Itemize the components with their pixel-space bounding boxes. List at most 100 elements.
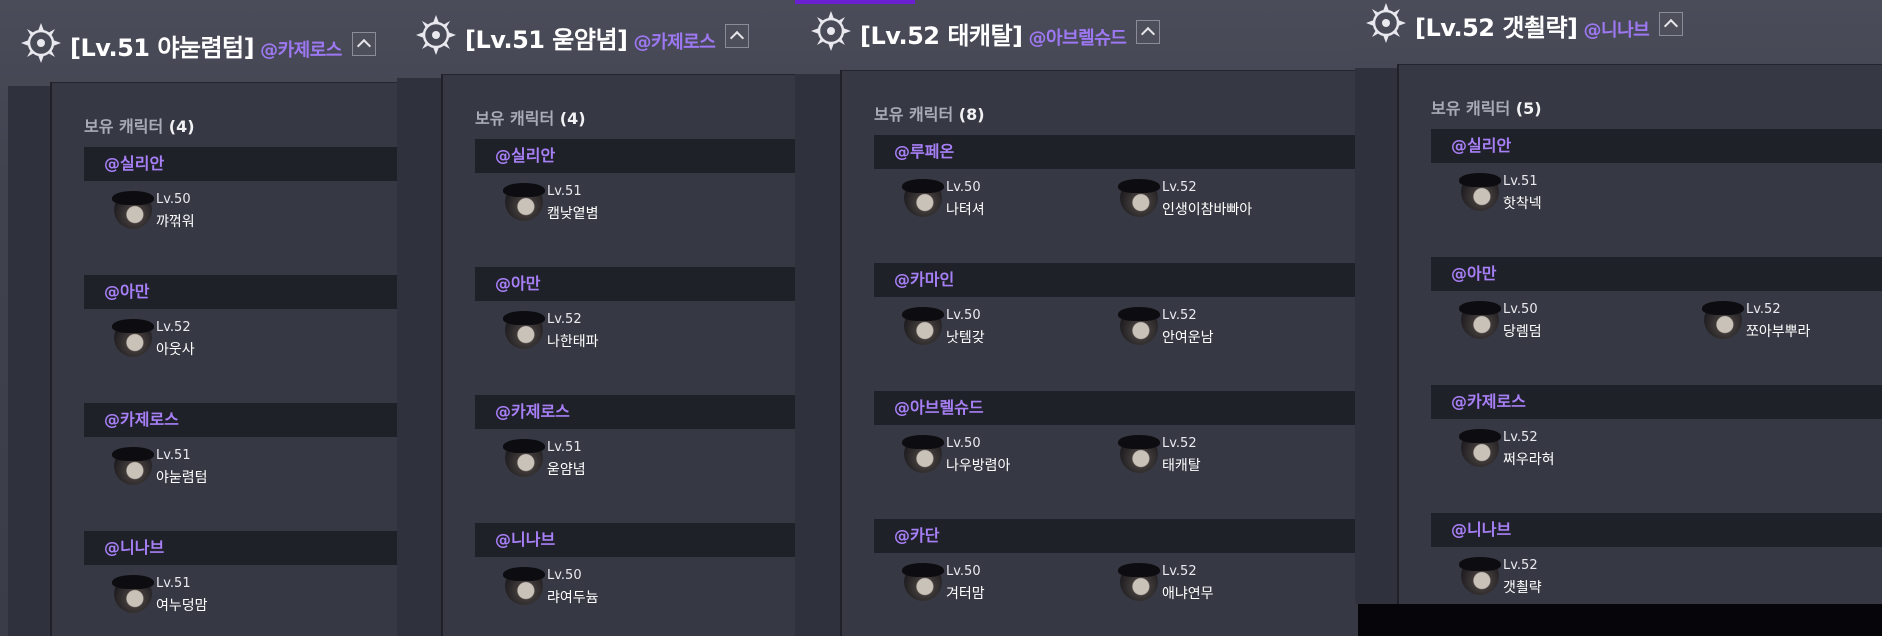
character-name: 랴여두늄: [547, 590, 599, 606]
character-entry[interactable]: Lv.51 여누덩맘: [112, 569, 354, 619]
server-name: @카제로스: [260, 40, 342, 61]
character-name: 핫착넥: [1503, 196, 1542, 212]
character-name: 쩌우라혀: [1503, 452, 1555, 468]
character-name: 나한태파: [547, 334, 599, 350]
character-entry[interactable]: Lv.50 나우방렴아: [902, 429, 1144, 479]
character-entry[interactable]: Lv.50 꺄꺾워: [112, 185, 354, 235]
server-group-header[interactable]: @아만: [475, 267, 795, 301]
server-group-header[interactable]: @실리안: [475, 139, 795, 173]
character-name: 갯쵤략: [1503, 580, 1542, 596]
server-group-header[interactable]: @니나브: [475, 523, 795, 557]
server-group-header[interactable]: @실리안: [84, 147, 400, 181]
server-group-header[interactable]: @루페온: [874, 135, 1358, 169]
representative-character-title: [Lv.52 갯쵤략] @니나브: [1415, 8, 1650, 43]
character-entry[interactable]: Lv.52 아웃사: [112, 313, 354, 363]
character-name: 나텨셔: [946, 202, 985, 218]
character-level: Lv.52: [1162, 180, 1197, 195]
character-level: Lv.52: [156, 320, 191, 335]
character-avatar: [1459, 173, 1501, 211]
character-level: Lv.52: [1162, 308, 1197, 323]
server-group-header[interactable]: @카마인: [874, 263, 1358, 297]
character-name: 겨터맘: [946, 586, 985, 602]
character-level: Lv.50: [946, 436, 981, 451]
character-title-text: [Lv.51 욷얌념]: [465, 26, 628, 54]
guild-emblem-icon: [18, 20, 64, 66]
owned-count: (5): [1515, 99, 1542, 118]
character-level: Lv.52: [1746, 302, 1781, 317]
owned-characters-label: 보유 캐릭터 (4): [84, 113, 195, 137]
collapse-button[interactable]: [1136, 20, 1160, 44]
guild-emblem-icon: [413, 12, 459, 58]
server-name: @니나브: [1583, 20, 1650, 41]
server-group-header[interactable]: @카단: [874, 519, 1358, 553]
character-level: Lv.52: [547, 312, 582, 327]
character-avatar: [1459, 429, 1501, 467]
character-level: Lv.51: [156, 448, 191, 463]
character-entry[interactable]: Lv.50 낫템갖: [902, 301, 1144, 351]
server-group-header[interactable]: @니나브: [1431, 513, 1882, 547]
owned-characters-label: 보유 캐릭터 (4): [475, 105, 586, 129]
character-avatar: [902, 435, 944, 473]
collapse-button[interactable]: [352, 32, 376, 56]
server-group-header[interactable]: @아브렐슈드: [874, 391, 1358, 425]
character-name: 욷얌념: [547, 462, 586, 478]
character-entry[interactable]: Lv.51 캠낮옅볌: [503, 177, 745, 227]
server-group-header[interactable]: @니나브: [84, 531, 400, 565]
character-name: 애냐연무: [1162, 586, 1214, 602]
character-level: Lv.52: [1503, 430, 1538, 445]
character-level: Lv.52: [1162, 436, 1197, 451]
character-entry[interactable]: Lv.51 욷얌념: [503, 433, 745, 483]
character-entry[interactable]: Lv.52 나한태파: [503, 305, 745, 355]
collapse-button[interactable]: [725, 24, 749, 48]
character-entry[interactable]: Lv.50 당렘덤: [1459, 295, 1701, 345]
server-group-header[interactable]: @카제로스: [475, 395, 795, 429]
character-name: 캠낮옅볌: [547, 206, 599, 222]
character-avatar: [112, 319, 154, 357]
representative-character-title: [Lv.51 야눋렴텀] @카제로스: [70, 28, 342, 63]
character-avatar: [902, 563, 944, 601]
character-avatar: [1118, 179, 1160, 217]
server-group-header[interactable]: @카제로스: [84, 403, 400, 437]
account-panel: [Lv.52 갯쵤략] @니나브 보유 캐릭터 (5) @실리안 Lv.51 핫착넥 @아만…: [1355, 0, 1882, 604]
character-entry[interactable]: Lv.51 야눋렴텀: [112, 441, 354, 491]
side-strip: [795, 74, 840, 636]
character-list-box: 보유 캐릭터 (4) @실리안 Lv.50 꺄꺾워 @아만 Lv.52 아웃사 @카제로스 Lv…: [50, 82, 400, 636]
character-name: 꺄꺾워: [156, 214, 195, 230]
character-entry[interactable]: Lv.52 안여운남: [1118, 301, 1358, 351]
collapse-button[interactable]: [1659, 12, 1683, 36]
server-group-header[interactable]: @실리안: [1431, 129, 1882, 163]
server-group-header[interactable]: @아만: [1431, 257, 1882, 291]
character-entry[interactable]: Lv.50 겨터맘: [902, 557, 1144, 607]
character-entry[interactable]: Lv.52 인생이참바빠아: [1118, 173, 1358, 223]
owned-count: (4): [559, 109, 586, 128]
character-level: Lv.52: [1162, 564, 1197, 579]
character-title-text: [Lv.52 갯쵤략]: [1415, 14, 1578, 42]
character-list-box: 보유 캐릭터 (4) @실리안 Lv.51 캠낮옅볌 @아만 Lv.52 나한태파 @카제로스…: [441, 74, 795, 636]
character-entry[interactable]: Lv.52 애냐연무: [1118, 557, 1358, 607]
server-group-header[interactable]: @아만: [84, 275, 400, 309]
character-entry[interactable]: Lv.52 쩌우라혀: [1459, 423, 1701, 473]
owned-label-text: 보유 캐릭터: [84, 117, 164, 136]
server-group-header[interactable]: @카제로스: [1431, 385, 1882, 419]
character-entry[interactable]: Lv.51 핫착넥: [1459, 167, 1701, 217]
character-entry[interactable]: Lv.50 랴여두늄: [503, 561, 745, 611]
character-entry[interactable]: Lv.52 쪼아부뿌라: [1702, 295, 1882, 345]
character-avatar: [503, 567, 545, 605]
character-avatar: [1118, 563, 1160, 601]
character-name: 인생이참바빠아: [1162, 202, 1253, 218]
owned-count: (8): [958, 105, 985, 124]
account-panel: [Lv.51 야눋렴텀] @카제로스보유 캐릭터 (4) @실리안 Lv.50 꺄꺾워 @…: [0, 0, 400, 636]
character-entry[interactable]: Lv.52 갯쵤략: [1459, 551, 1701, 601]
character-entry[interactable]: Lv.50 나텨셔: [902, 173, 1144, 223]
representative-character-title: [Lv.51 욷얌념] @카제로스: [465, 20, 716, 55]
character-name: 여누덩맘: [156, 598, 208, 614]
character-level: Lv.50: [946, 308, 981, 323]
owned-count: (4): [168, 117, 195, 136]
character-level: Lv.50: [946, 564, 981, 579]
side-strip: [8, 86, 50, 636]
top-accent-bar: [795, 0, 915, 4]
character-entry[interactable]: Lv.52 태캐탈: [1118, 429, 1358, 479]
character-list-box: 보유 캐릭터 (5) @실리안 Lv.51 핫착넥 @아만 Lv.50 당렘덤 Lv.52 쪼아…: [1397, 64, 1882, 604]
server-name: @아브렐슈드: [1028, 28, 1127, 49]
owned-characters-label: 보유 캐릭터 (8): [874, 101, 985, 125]
